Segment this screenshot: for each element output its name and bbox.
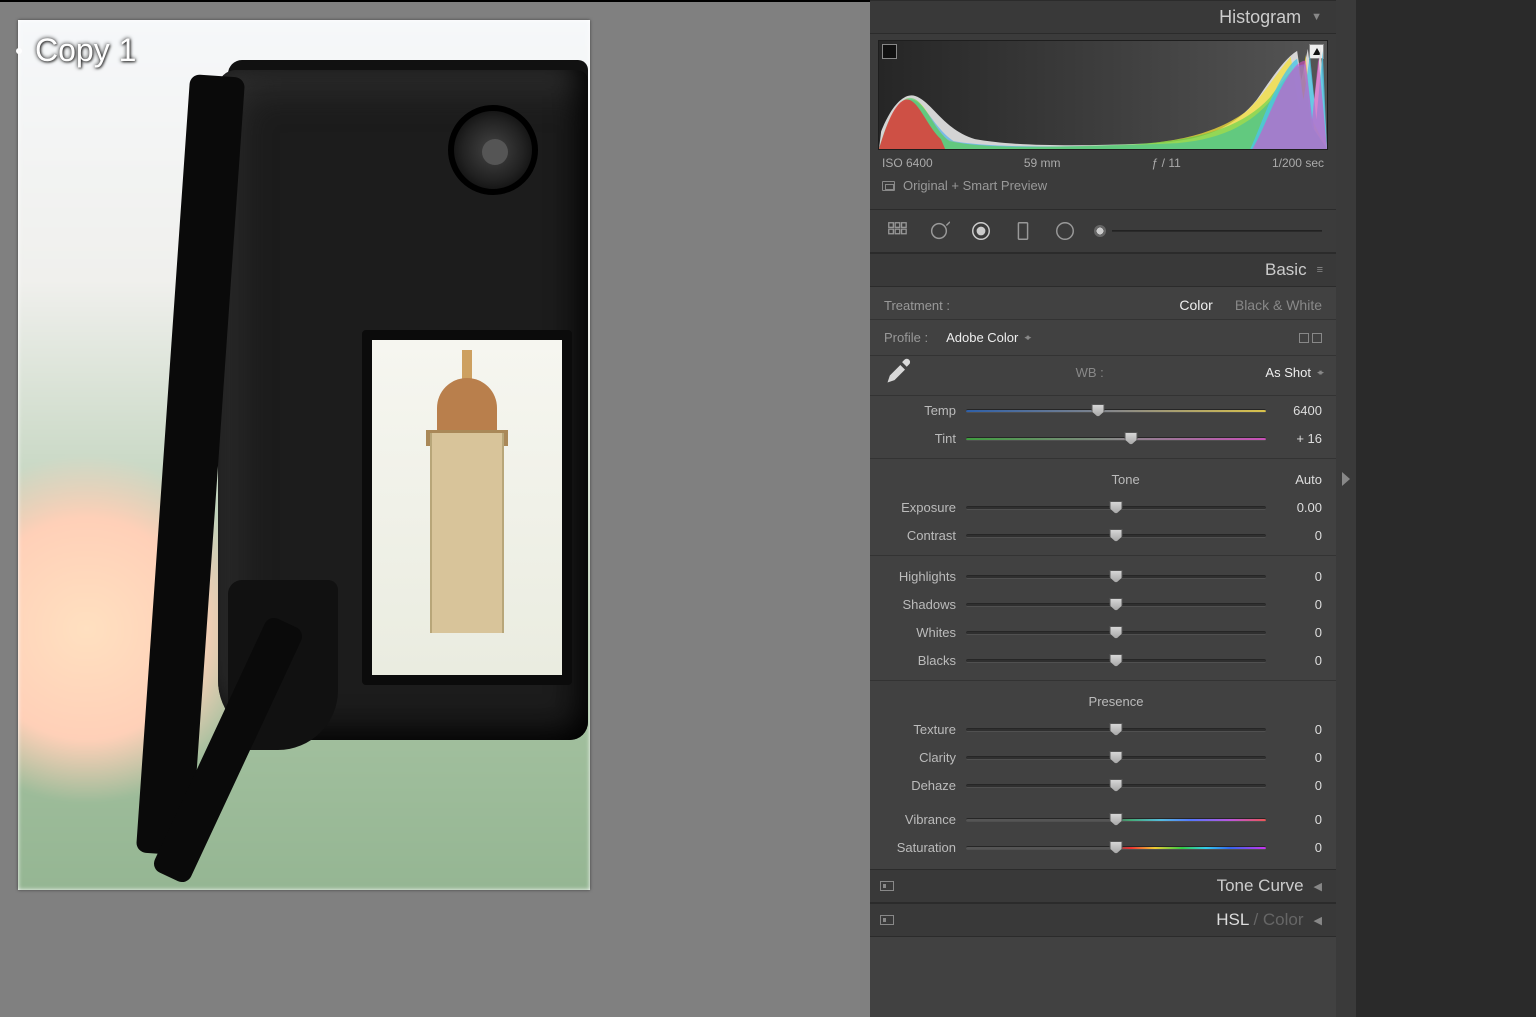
vibrance-label: Vibrance	[884, 812, 956, 827]
camera-mode-dial	[448, 105, 538, 195]
profile-label: Profile :	[884, 330, 928, 345]
texture-value[interactable]: 0	[1276, 722, 1322, 737]
virtual-copy-label: Copy 1	[35, 32, 136, 69]
auto-tone-button[interactable]: Auto	[1295, 472, 1322, 487]
shadows-label: Shadows	[884, 597, 956, 612]
camera-lcd	[362, 330, 572, 685]
right-panel-collapse-strip[interactable]	[1336, 0, 1356, 1017]
brush-slider-knob[interactable]	[1094, 225, 1106, 237]
local-adjust-toolstrip	[870, 209, 1336, 253]
treatment-color-option[interactable]: Color	[1179, 297, 1212, 313]
tint-label: Tint	[884, 431, 956, 446]
graduated-filter-tool[interactable]	[1010, 218, 1036, 244]
histogram[interactable]	[878, 40, 1328, 150]
temp-slider[interactable]	[966, 403, 1266, 417]
histogram-title: Histogram	[1219, 7, 1301, 28]
vibrance-value[interactable]: 0	[1276, 812, 1322, 827]
shadows-slider[interactable]	[966, 597, 1266, 611]
collapse-arrow-icon	[1342, 472, 1350, 486]
presence-section-label: Presence	[966, 694, 1266, 709]
histogram-graph	[879, 41, 1327, 149]
tone-section-label: Tone	[966, 472, 1285, 487]
tone-curve-title: Tone Curve	[1217, 876, 1304, 896]
hsl-title-a: HSL	[1216, 910, 1248, 929]
saturation-slider[interactable]	[966, 840, 1266, 854]
exposure-label: Exposure	[884, 500, 956, 515]
chevron-left-icon: ◀	[1314, 914, 1322, 927]
profile-dropdown[interactable]: Adobe Color ◂▸	[946, 330, 1029, 345]
shadows-value[interactable]: 0	[1276, 597, 1322, 612]
wb-label: WB :	[924, 365, 1255, 380]
photo-canvas[interactable]: Copy 1 SONY	[0, 0, 870, 1017]
chevron-down-icon: ▼	[1311, 11, 1322, 23]
temp-value[interactable]: 6400	[1276, 403, 1322, 418]
texture-label: Texture	[884, 722, 956, 737]
white-balance-eyedropper[interactable]	[884, 358, 914, 388]
histogram-iso: ISO 6400	[882, 156, 933, 170]
temp-label: Temp	[884, 403, 956, 418]
highlights-slider[interactable]	[966, 569, 1266, 583]
contrast-label: Contrast	[884, 528, 956, 543]
blacks-value[interactable]: 0	[1276, 653, 1322, 668]
chevron-left-icon: ◀	[1314, 880, 1322, 893]
tint-slider[interactable]	[966, 431, 1266, 445]
panel-toggle-icon[interactable]	[880, 915, 894, 925]
hsl-title-b: Color	[1263, 910, 1304, 929]
exposure-value[interactable]: 0.00	[1276, 500, 1322, 515]
crop-tool[interactable]	[884, 218, 910, 244]
hsl-title-sep: /	[1249, 910, 1263, 929]
contrast-slider[interactable]	[966, 528, 1266, 542]
blacks-label: Blacks	[884, 653, 956, 668]
panel-options-icon: ≡	[1317, 264, 1322, 276]
histogram-panel-header[interactable]: Histogram ▼	[870, 0, 1336, 34]
dehaze-value[interactable]: 0	[1276, 778, 1322, 793]
redeye-tool[interactable]	[968, 218, 994, 244]
contrast-value[interactable]: 0	[1276, 528, 1322, 543]
exposure-slider[interactable]	[966, 500, 1266, 514]
treatment-label: Treatment :	[884, 298, 950, 313]
texture-slider[interactable]	[966, 722, 1266, 736]
panel-toggle-icon[interactable]	[880, 881, 894, 891]
clarity-slider[interactable]	[966, 750, 1266, 764]
smart-preview-icon	[882, 181, 895, 191]
virtual-copy-dot	[16, 48, 22, 54]
tone-curve-panel-header[interactable]: Tone Curve ◀	[870, 869, 1336, 903]
histogram-aperture: ƒ / 11	[1152, 156, 1181, 170]
wb-value: As Shot	[1265, 365, 1311, 380]
smart-preview-status: Original + Smart Preview	[878, 174, 1328, 203]
profile-browser-icon[interactable]	[1299, 333, 1322, 343]
spot-removal-tool[interactable]	[926, 218, 952, 244]
hsl-panel-header[interactable]: HSL / Color ◀	[870, 903, 1336, 937]
saturation-label: Saturation	[884, 840, 956, 855]
brush-size-slider[interactable]	[1094, 225, 1322, 237]
clarity-value[interactable]: 0	[1276, 750, 1322, 765]
whites-label: Whites	[884, 625, 956, 640]
blacks-slider[interactable]	[966, 653, 1266, 667]
image-preview[interactable]: SONY	[18, 20, 590, 890]
dropdown-icon: ◂▸	[1024, 332, 1029, 343]
basic-title: Basic	[1265, 260, 1307, 280]
whites-value[interactable]: 0	[1276, 625, 1322, 640]
wb-dropdown[interactable]: As Shot ◂▸	[1265, 365, 1322, 380]
dehaze-label: Dehaze	[884, 778, 956, 793]
histogram-shutter: 1/200 sec	[1272, 156, 1324, 170]
histogram-focal: 59 mm	[1024, 156, 1061, 170]
profile-value: Adobe Color	[946, 330, 1018, 345]
smart-preview-label: Original + Smart Preview	[903, 178, 1047, 193]
vibrance-slider[interactable]	[966, 812, 1266, 826]
tint-value[interactable]: + 16	[1276, 431, 1322, 446]
dehaze-slider[interactable]	[966, 778, 1266, 792]
whites-slider[interactable]	[966, 625, 1266, 639]
treatment-bw-option[interactable]: Black & White	[1235, 297, 1322, 313]
highlights-label: Highlights	[884, 569, 956, 584]
clarity-label: Clarity	[884, 750, 956, 765]
highlights-value[interactable]: 0	[1276, 569, 1322, 584]
radial-filter-tool[interactable]	[1052, 218, 1078, 244]
basic-panel-header[interactable]: Basic ≡	[870, 253, 1336, 287]
saturation-value[interactable]: 0	[1276, 840, 1322, 855]
dropdown-icon: ◂▸	[1317, 367, 1322, 378]
